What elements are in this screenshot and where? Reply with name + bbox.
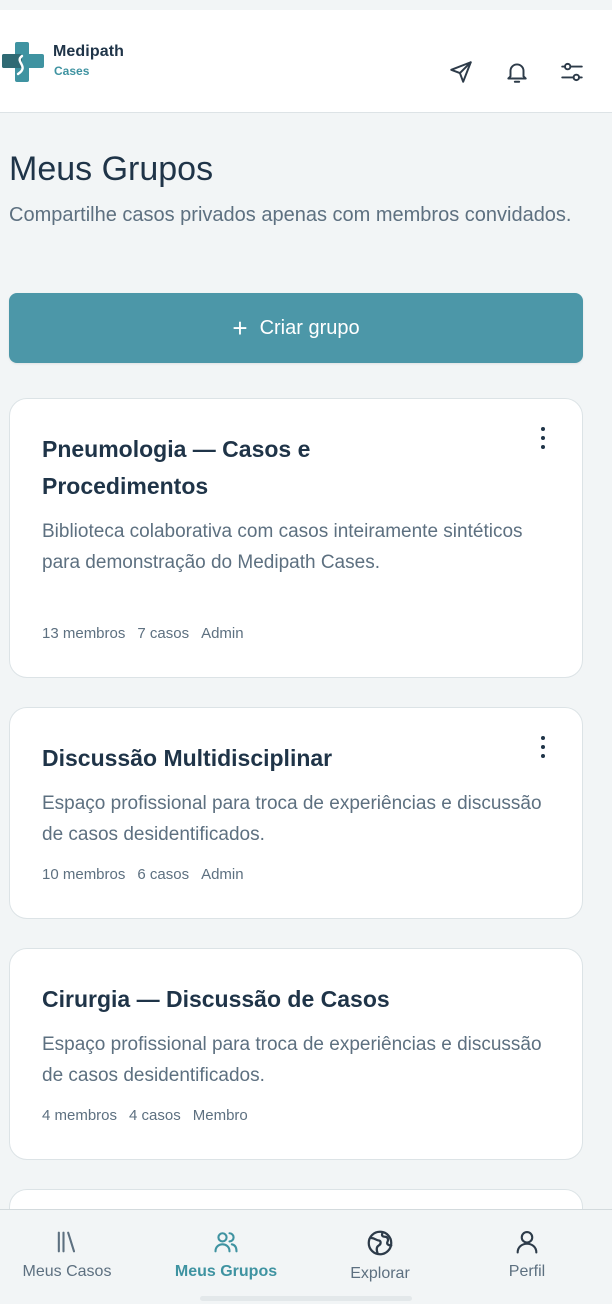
library-icon [57,1231,76,1253]
group-title: Discussão Multidisciplinar [42,745,333,771]
role-label: Admin [201,866,244,883]
status-area [0,0,612,10]
globe-icon [367,1230,393,1256]
case-count: 6 casos [137,866,190,883]
plus-icon: + [232,313,248,343]
member-count: 10 membros [42,866,126,883]
case-count: 7 casos [137,625,190,642]
user-icon [516,1231,538,1254]
nav-label: Explorar [350,1265,410,1282]
group-title: Pneumologia — Casos e Procedimentos [42,436,311,499]
role-label: Admin [201,625,244,642]
nav-label: Perfil [508,1263,546,1280]
nav-label: Meus Grupos [174,1263,278,1280]
app-header: Medipath Cases [0,10,612,113]
page-subtitle: Compartilhe casos privados apenas com me… [9,204,572,226]
page-title: Meus Grupos [9,150,214,188]
group-title: Cirurgia — Discussão de Casos [42,986,390,1012]
member-count: 13 membros [42,625,126,642]
member-count: 4 membros [42,1107,118,1124]
nav-meus-grupos[interactable]: Meus Grupos [166,1210,286,1304]
group-description: Biblioteca colaborativa com casos inteir… [42,521,523,573]
bell-icon[interactable] [502,57,532,87]
group-description: Espaço profissional para troca de experi… [42,1034,542,1086]
more-options-icon[interactable] [538,427,548,453]
nav-meus-casos[interactable]: Meus Casos [12,1210,122,1304]
group-meta: 10 membros 6 casos Admin [42,866,256,883]
nav-label: Meus Casos [22,1263,112,1280]
medipath-logo-icon [2,42,44,82]
group-card[interactable]: Pneumologia — Casos e Procedimentos Bibl… [9,398,583,678]
group-meta: 13 membros 7 casos Admin [42,625,256,642]
nav-perfil[interactable]: Perfil [487,1210,567,1304]
brand-subtitle: Cases [54,64,90,78]
create-group-button[interactable]: + Criar grupo [9,293,583,363]
group-meta: 4 membros 4 casos Membro [42,1107,260,1124]
group-card[interactable]: Discussão Multidisciplinar Espaço profis… [9,707,583,919]
more-options-icon[interactable] [538,736,548,762]
bottom-navigation: Meus Casos Meus Grupos Explorar Perfil [0,1209,612,1304]
home-indicator [200,1296,412,1301]
users-icon [214,1232,238,1253]
filter-sliders-icon[interactable] [557,57,587,87]
create-group-label: Criar grupo [259,316,360,339]
case-count: 4 casos [129,1107,181,1124]
send-icon[interactable] [446,57,476,87]
group-description: Espaço profissional para troca de experi… [42,793,542,845]
group-card[interactable]: Cirurgia — Discussão de Casos Espaço pro… [9,948,583,1160]
nav-explorar[interactable]: Explorar [330,1210,430,1304]
brand-name: Medipath [53,43,125,60]
role-label: Membro [192,1107,248,1124]
